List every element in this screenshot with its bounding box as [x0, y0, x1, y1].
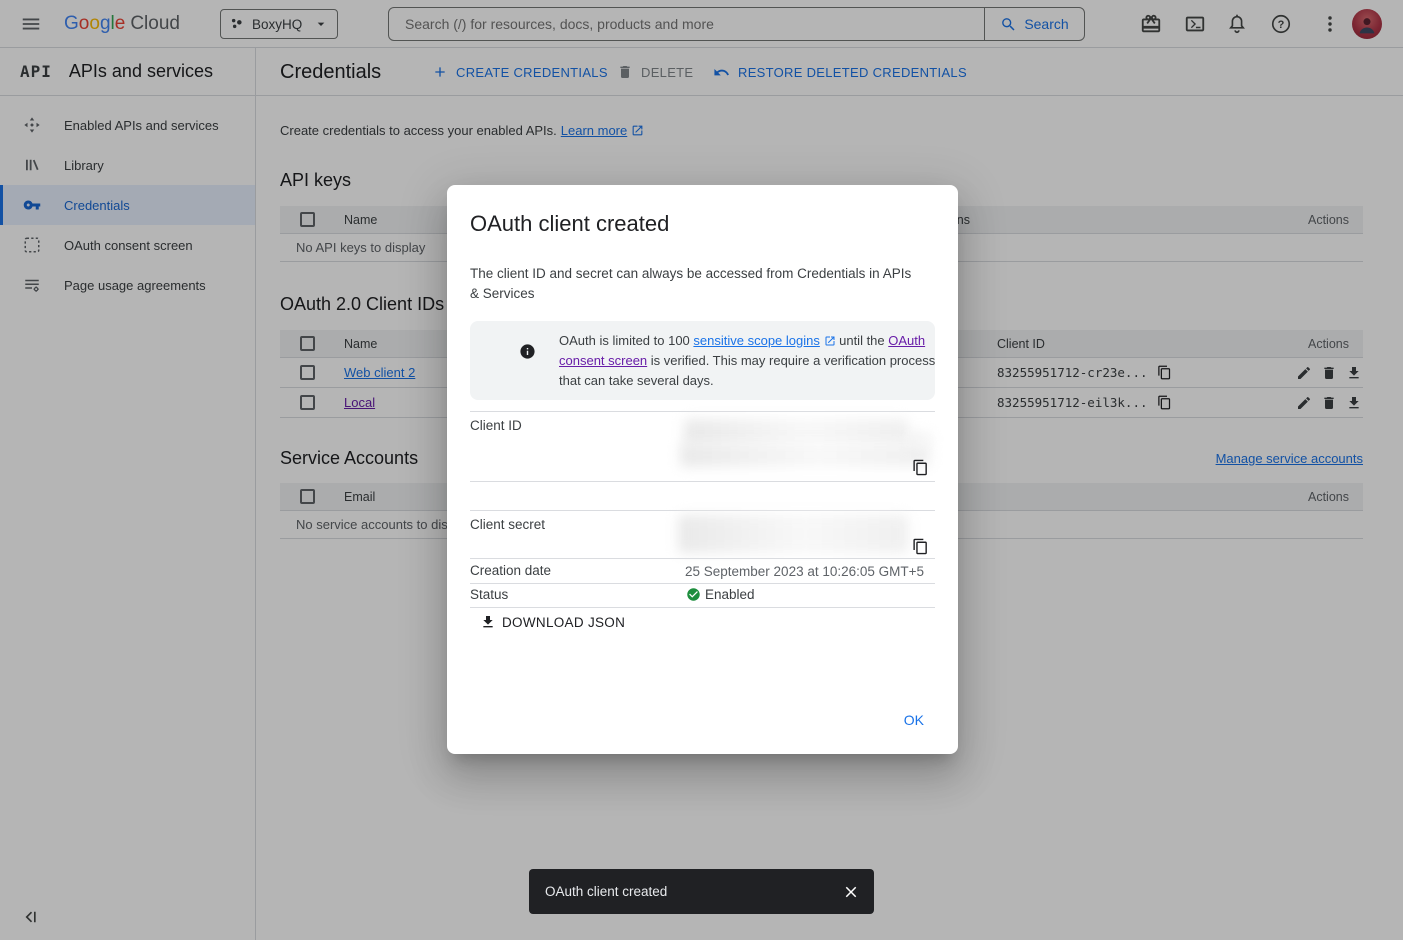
snackbar: OAuth client created	[529, 869, 874, 914]
divider	[470, 583, 935, 584]
copy-client-secret-icon[interactable]	[912, 538, 929, 555]
status-value: Enabled	[705, 587, 755, 602]
creation-date-value: 25 September 2023 at 10:26:05 GMT+5	[685, 564, 924, 579]
info-icon	[519, 343, 536, 360]
dialog-title: OAuth client created	[470, 211, 669, 237]
dialog-body-text: The client ID and secret can always be a…	[470, 264, 920, 304]
download-json-button[interactable]: DOWNLOAD JSON	[480, 614, 625, 630]
ok-button[interactable]: OK	[896, 708, 932, 732]
notice-pre: OAuth is limited to 100	[559, 333, 693, 348]
client-secret-redacted-value	[678, 515, 908, 553]
oauth-client-created-dialog: OAuth client created The client ID and s…	[447, 185, 958, 754]
close-icon[interactable]	[842, 883, 860, 901]
status-value-wrap: Enabled	[686, 587, 755, 602]
status-label: Status	[470, 587, 508, 602]
client-id-redacted-value	[684, 419, 908, 445]
client-id-label: Client ID	[470, 418, 522, 433]
copy-client-id-icon[interactable]	[912, 459, 929, 476]
client-secret-label: Client secret	[470, 517, 545, 532]
divider	[470, 411, 935, 412]
download-json-label: DOWNLOAD JSON	[502, 615, 625, 630]
download-icon	[480, 614, 496, 630]
divider	[470, 607, 935, 608]
notice-text: OAuth is limited to 100 sensitive scope …	[559, 331, 943, 391]
sensitive-scope-logins-link[interactable]: sensitive scope logins	[693, 333, 819, 348]
notice-mid: until the	[836, 333, 889, 348]
divider	[470, 510, 935, 511]
client-id-redacted-value	[680, 443, 930, 467]
snackbar-message: OAuth client created	[545, 884, 842, 899]
divider	[470, 558, 935, 559]
notice-box: OAuth is limited to 100 sensitive scope …	[470, 321, 935, 400]
divider	[470, 481, 935, 482]
check-circle-icon	[686, 587, 701, 602]
external-link-icon	[824, 335, 836, 347]
creation-date-label: Creation date	[470, 563, 551, 578]
client-id-redacted-value	[909, 432, 931, 445]
